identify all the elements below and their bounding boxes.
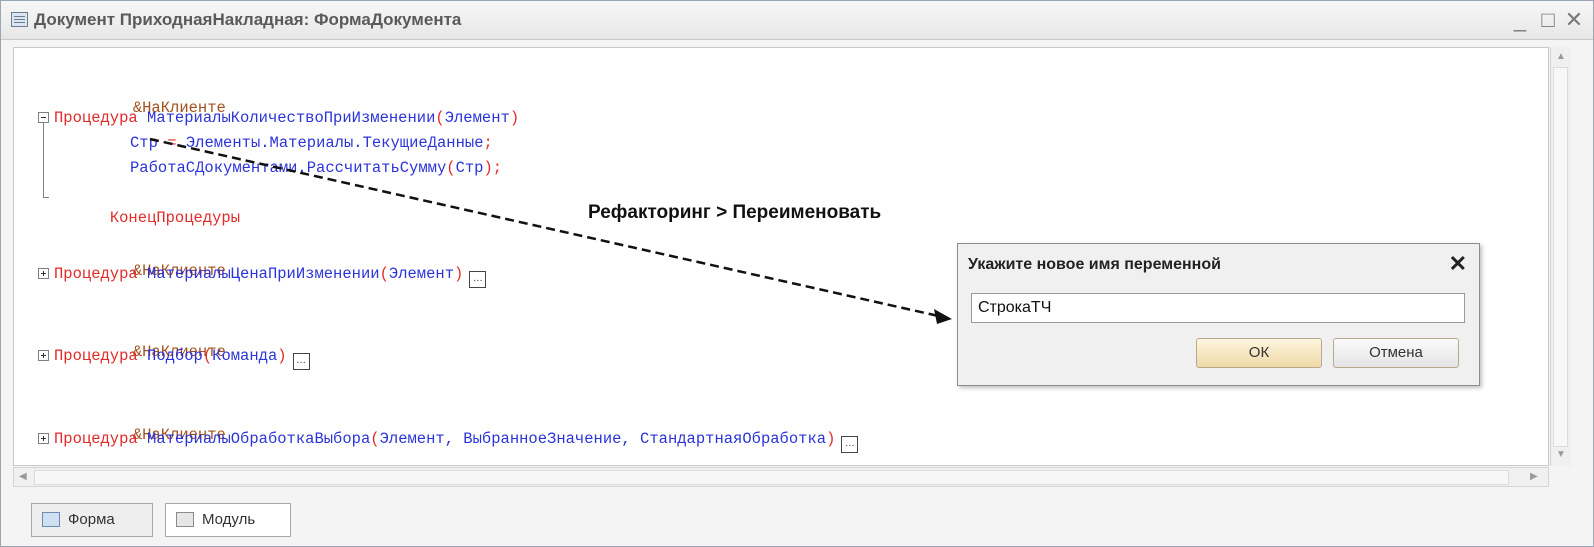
refactoring-annotation: Рефакторинг > Переименовать: [588, 202, 882, 223]
dialog-title: Укажите новое имя переменной: [968, 256, 1221, 273]
rename-variable-dialog: Укажите новое имя переменной ✕ СтрокаТЧ …: [957, 243, 1480, 386]
dialog-close-icon[interactable]: ✕: [1449, 251, 1467, 277]
cancel-button[interactable]: Отмена: [1333, 338, 1459, 368]
new-name-input[interactable]: СтрокаТЧ: [971, 293, 1465, 323]
ok-button[interactable]: ОК: [1196, 338, 1322, 368]
